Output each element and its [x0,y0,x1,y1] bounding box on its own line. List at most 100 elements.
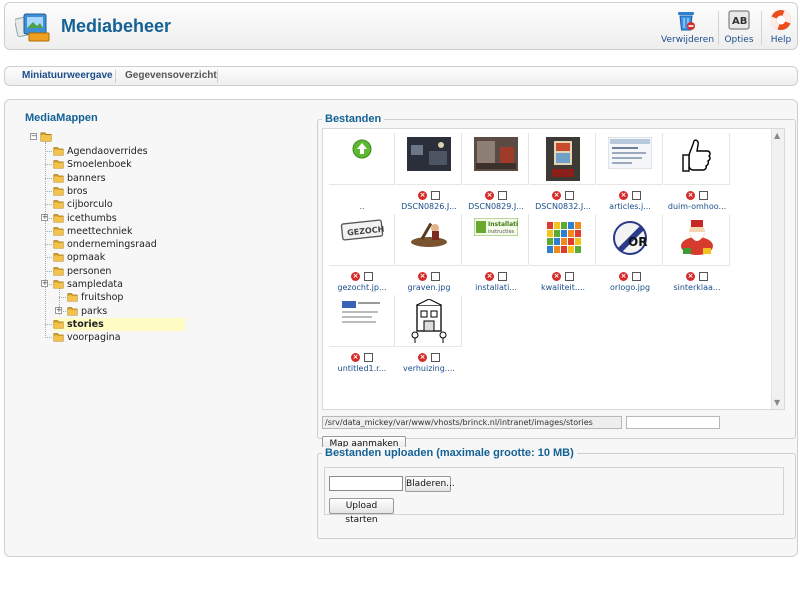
browse-button[interactable]: Bladeren... [405,476,455,492]
delete-file-icon[interactable]: × [552,271,561,281]
folder-item[interactable]: cijborculo [53,198,113,211]
file-name[interactable]: DSCN0826.J... [396,202,462,211]
delete-file-icon[interactable]: × [351,352,360,362]
file-preview-image[interactable] [664,133,730,185]
file-preview-image[interactable] [463,133,529,185]
root-folder-icon[interactable] [40,130,52,145]
folder-item[interactable]: parks [67,305,107,318]
folder-item[interactable]: sampledata [53,278,123,291]
file-name[interactable]: DSCN0829.J... [463,202,529,211]
file-name[interactable]: orlogo.jpg [597,283,663,292]
select-file-checkbox[interactable] [431,271,440,281]
file-name[interactable]: untitled1.r... [329,364,395,373]
delete-file-icon[interactable]: × [686,190,695,200]
folder-item[interactable]: personen [53,265,111,278]
file-name[interactable]: graven.jpg [396,283,462,292]
file-thumbnail-item[interactable]: OR × orlogo.jpg [597,214,663,294]
delete-file-icon[interactable]: × [552,190,561,200]
select-file-checkbox[interactable] [565,190,574,200]
file-thumbnail-item[interactable]: × verhuizing.... [396,295,462,375]
parent-folder-item[interactable]: .. [329,133,395,213]
select-file-checkbox[interactable] [431,190,440,200]
file-preview-image[interactable]: GEZOCHT [329,214,395,266]
file-name[interactable]: sinterklaa... [664,283,730,292]
file-thumbnail-item[interactable]: × articles.j... [597,133,663,213]
folder-item[interactable]: Smoelenboek [53,158,132,171]
select-file-checkbox[interactable] [565,271,574,281]
file-thumbnail-item[interactable]: × DSCN0829.J... [463,133,529,213]
file-thumbnail-item[interactable]: × graven.jpg [396,214,462,294]
help-button[interactable]: Help [767,8,795,48]
tab-thumbnail-view[interactable]: Miniatuurweergave [22,70,113,81]
select-file-checkbox[interactable] [632,271,641,281]
new-folder-name-input[interactable] [626,416,720,429]
file-preview-image[interactable] [597,133,663,185]
delete-file-icon[interactable]: × [418,271,427,281]
file-name[interactable]: DSCN0832.J... [530,202,596,211]
select-file-checkbox[interactable] [699,271,708,281]
file-thumbnail-item[interactable]: × DSCN0832.J... [530,133,596,213]
folder-item[interactable]: Agendaoverrides [53,145,148,158]
scroll-down-icon[interactable]: ▼ [774,398,780,407]
upload-file-field[interactable] [329,476,403,491]
file-thumbnail-item[interactable]: × DSCN0826.J... [396,133,462,213]
select-file-checkbox[interactable] [431,352,440,362]
file-name[interactable]: kwaliteit.... [530,283,596,292]
select-file-checkbox[interactable] [364,271,373,281]
select-file-checkbox[interactable] [498,271,507,281]
file-preview-image[interactable] [530,214,596,266]
delete-file-icon[interactable]: × [619,190,628,200]
select-file-checkbox[interactable] [364,352,373,362]
delete-file-icon[interactable]: × [485,271,494,281]
file-preview-image[interactable]: Installatieinstructies [463,214,529,266]
expand-folder-toggle[interactable]: + [55,307,62,314]
folder-item[interactable]: stories [53,318,185,331]
file-preview-image[interactable] [396,214,462,266]
folder-item[interactable]: voorpagina [53,331,121,344]
current-path-field[interactable]: /srv/data_mickey/var/www/vhosts/brinck.n… [322,416,622,429]
folder-item[interactable]: bros [53,185,88,198]
start-upload-button[interactable]: Upload starten [329,498,394,525]
file-preview-image[interactable] [396,133,462,185]
expand-folder-toggle[interactable]: + [41,214,48,221]
delete-file-icon[interactable]: × [418,190,427,200]
folder-item[interactable]: ondernemingsraad [53,238,157,251]
expand-folder-toggle[interactable]: + [41,280,48,287]
file-thumbnail-item[interactable]: × untitled1.r... [329,295,395,375]
folder-item[interactable]: meettechniek [53,225,133,238]
options-button[interactable]: AB Opties [723,8,755,48]
select-file-checkbox[interactable] [632,190,641,200]
folder-item[interactable]: fruitshop [67,291,123,304]
file-name[interactable]: verhuizing.... [396,364,462,373]
tab-details-view[interactable]: Gegevensoverzicht [125,70,217,81]
file-preview-image[interactable] [664,214,730,266]
file-name[interactable]: .. [329,202,395,211]
delete-file-icon[interactable]: × [619,271,628,281]
delete-file-icon[interactable]: × [485,190,494,200]
file-preview-image[interactable] [329,295,395,347]
collapse-root-toggle[interactable]: − [30,133,37,140]
file-name[interactable]: duim-omhoo... [664,202,730,211]
grid-scrollbar[interactable]: ▲ ▼ [771,129,784,409]
file-thumbnail-item[interactable]: × kwaliteit.... [530,214,596,294]
file-name[interactable]: articles.j... [597,202,663,211]
delete-button[interactable]: Verwijderen [661,8,714,48]
file-preview-image[interactable]: OR [597,214,663,266]
delete-file-icon[interactable]: × [351,271,360,281]
scroll-up-icon[interactable]: ▲ [774,131,780,140]
select-file-checkbox[interactable] [498,190,507,200]
delete-file-icon[interactable]: × [686,271,695,281]
file-preview-image[interactable] [396,295,462,347]
file-name[interactable]: gezocht.jp... [329,283,395,292]
file-thumbnail-item[interactable]: × sinterklaa... [664,214,730,294]
file-preview-image[interactable] [530,133,596,185]
file-name[interactable]: installati... [463,283,529,292]
select-file-checkbox[interactable] [699,190,708,200]
folder-item[interactable]: banners [53,172,106,185]
up-arrow-icon[interactable] [329,133,395,185]
delete-file-icon[interactable]: × [418,352,427,362]
folder-item[interactable]: icethumbs [53,212,117,225]
file-thumbnail-item[interactable]: Installatieinstructies × installati... [463,214,529,294]
file-thumbnail-item[interactable]: × duim-omhoo... [664,133,730,213]
file-thumbnail-item[interactable]: GEZOCHT × gezocht.jp... [329,214,395,294]
